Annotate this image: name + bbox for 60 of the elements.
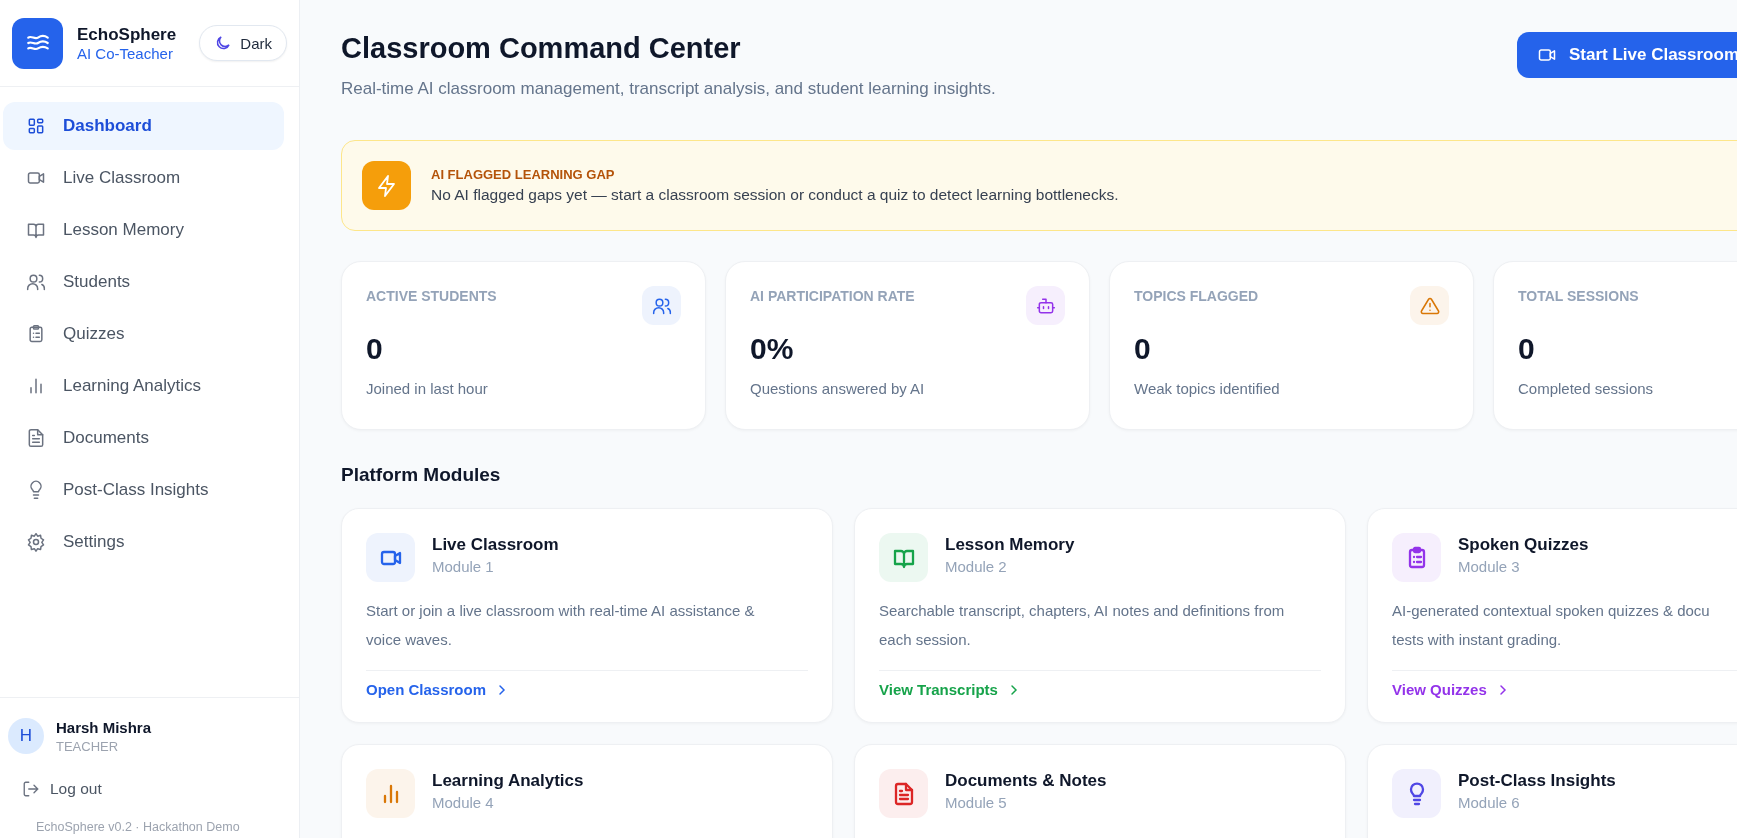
- nav-item[interactable]: Lesson Memory: [3, 206, 284, 254]
- nav-item[interactable]: Quizzes: [3, 310, 284, 358]
- nav-item[interactable]: Documents: [3, 414, 284, 462]
- module-title: Learning Analytics: [432, 770, 584, 791]
- settings-icon: [26, 532, 46, 552]
- stat-value: 0%: [750, 332, 795, 366]
- module-title: Post-Class Insights: [1458, 770, 1616, 791]
- nav-item[interactable]: Live Classroom: [3, 154, 284, 202]
- module-link[interactable]: Open Classroom: [366, 681, 511, 698]
- stat-caption: Weak topics identified: [1134, 380, 1281, 397]
- avatar: H: [8, 718, 44, 754]
- module-title: Spoken Quizzes: [1458, 534, 1589, 555]
- stat-caption: Joined in last hour: [366, 380, 489, 397]
- nav-item[interactable]: Settings: [3, 518, 284, 566]
- logout-button[interactable]: Log out: [22, 780, 102, 798]
- page-subtitle: Real-time AI classroom management, transcript analysis, and student learning insights.: [341, 79, 996, 99]
- lightning-icon: [362, 161, 411, 210]
- module-number: Module 2: [945, 557, 1008, 575]
- users-icon: [26, 272, 46, 292]
- stat-value: 0: [1518, 332, 1536, 366]
- nav-item[interactable]: Dashboard: [3, 102, 284, 150]
- module-link[interactable]: View Quizzes: [1392, 681, 1511, 698]
- stat-value: 0: [1134, 332, 1152, 366]
- document-icon: [26, 428, 46, 448]
- stat-value: 0: [366, 332, 384, 366]
- module-title: Lesson Memory: [945, 534, 1075, 555]
- grid-icon: [26, 116, 46, 136]
- nav-item[interactable]: Learning Analytics: [3, 362, 284, 410]
- stat-label: AI PARTICIPATION RATE: [750, 288, 915, 304]
- nav-item[interactable]: Post-Class Insights: [3, 466, 284, 514]
- module-description: AI-generated contextual spoken quizzes & docu tests with instant grading.: [1392, 601, 1711, 650]
- module-number: Module 1: [432, 557, 495, 575]
- app-name: EchoSphere: [77, 24, 177, 45]
- waves-logo-icon: [12, 17, 63, 69]
- module-number: Module 4: [432, 793, 495, 811]
- module-title: Documents & Notes: [945, 770, 1107, 791]
- section-heading: Platform Modules: [341, 464, 502, 486]
- module-description: Searchable transcript, chapters, AI notes and definitions from each session.: [879, 601, 1286, 650]
- module-number: Module 3: [1458, 557, 1521, 575]
- open-book-icon: [26, 220, 46, 240]
- page-title: Classroom Command Center: [341, 32, 742, 65]
- clipboard-icon: [26, 324, 46, 344]
- version-text: EchoSphere v0.2 · Hackathon Demo: [36, 820, 241, 834]
- stat-label: ACTIVE STUDENTS: [366, 288, 497, 304]
- module-number: Module 5: [945, 793, 1008, 811]
- logout-icon: [22, 780, 40, 798]
- stat-caption: Questions answered by AI: [750, 380, 926, 397]
- user-role: TEACHER: [56, 738, 120, 754]
- stat-caption: Completed sessions: [1518, 380, 1655, 397]
- alert-title: AI FLAGGED LEARNING GAP: [431, 167, 616, 182]
- dark-mode-button[interactable]: Dark: [199, 25, 287, 61]
- alert-message: No AI flagged gaps yet — start a classroom session or conduct a quiz to detect learning bottlenecks.: [431, 186, 1119, 204]
- stat-label: TOTAL SESSIONS: [1518, 288, 1639, 304]
- stat-label: TOPICS FLAGGED: [1134, 288, 1259, 304]
- module-number: Module 6: [1458, 793, 1521, 811]
- user-name: Harsh Mishra: [56, 718, 152, 736]
- module-title: Live Classroom: [432, 534, 559, 555]
- module-description: Start or join a live classroom with real-time AI assistance & voice waves.: [366, 601, 756, 650]
- nav-item[interactable]: Students: [3, 258, 284, 306]
- app-tagline: AI Co-Teacher: [77, 44, 174, 62]
